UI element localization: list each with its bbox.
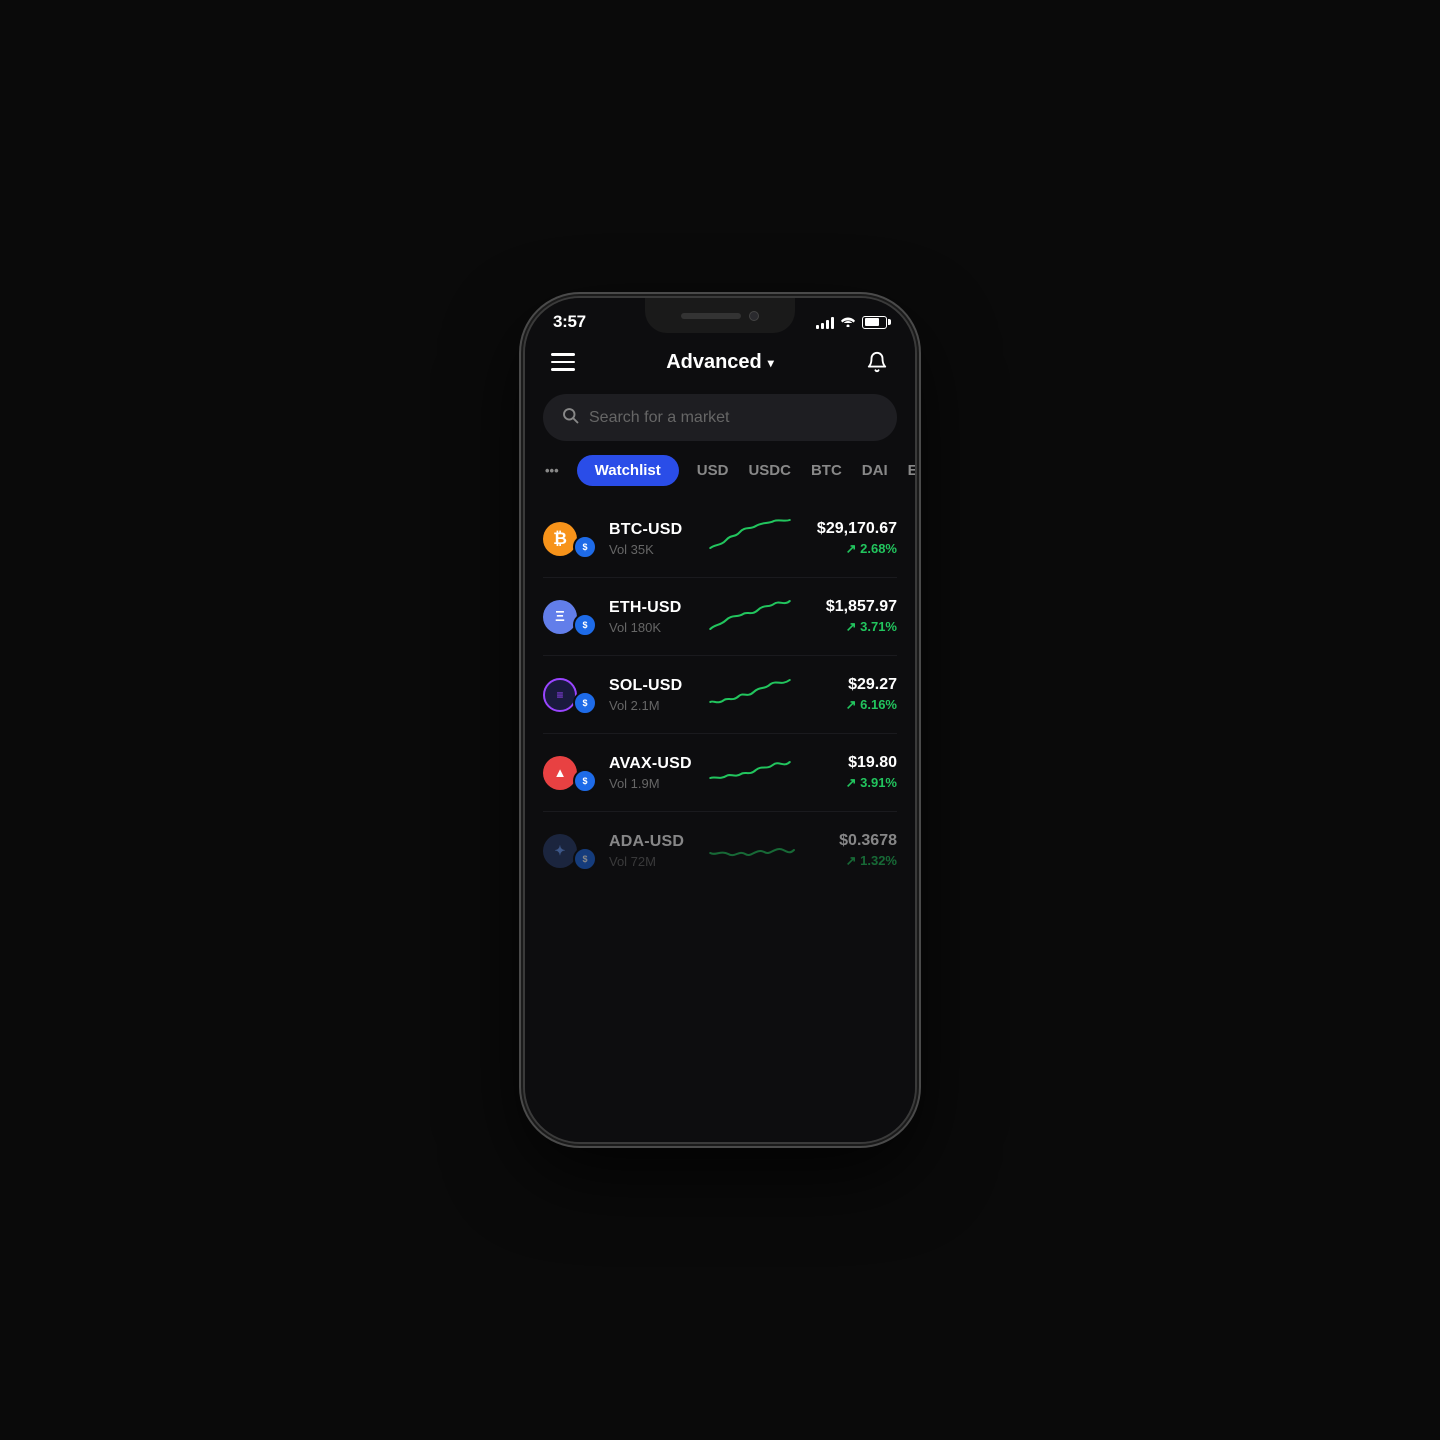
chart-btc — [705, 516, 795, 561]
market-pair-sol: SOL-USD — [609, 677, 693, 695]
phone-frame: 3:57 — [525, 298, 915, 1142]
search-bar[interactable]: Search for a market — [543, 394, 897, 441]
price-change-eth: ↗ 3.71% — [807, 619, 897, 635]
coin-secondary-eth: $ — [573, 613, 597, 637]
tab-usdc[interactable]: USDC — [746, 456, 793, 485]
price-value-btc: $29,170.67 — [807, 520, 897, 538]
battery-icon — [862, 316, 887, 329]
header-title-area[interactable]: Advanced ▾ — [666, 351, 774, 374]
tab-dai[interactable]: DAI — [860, 456, 890, 485]
market-item-sol-usd[interactable]: ≡ $ SOL-USD Vol 2.1M $29.27 ↗ 6.16% — [543, 656, 897, 734]
market-info-avax: AVAX-USD Vol 1.9M — [609, 755, 693, 791]
coin-primary-avax: ▲ — [543, 756, 577, 790]
header-title-text: Advanced — [666, 351, 762, 374]
market-list: ₿ $ BTC-USD Vol 35K $29,170.67 ↗ 2.68% — [525, 500, 915, 1142]
coin-icons-ada: ✦ $ — [543, 831, 597, 871]
market-vol-sol: Vol 2.1M — [609, 698, 693, 713]
status-time: 3:57 — [553, 312, 586, 332]
coin-primary-ada: ✦ — [543, 834, 577, 868]
market-price-ada: $0.3678 ↗ 1.32% — [807, 832, 897, 869]
menu-button[interactable] — [547, 349, 579, 375]
market-item-avax-usd[interactable]: ▲ $ AVAX-USD Vol 1.9M $19.80 ↗ 3.91% — [543, 734, 897, 812]
market-item-eth-usd[interactable]: Ξ $ ETH-USD Vol 180K $1,857.97 ↗ 3.71% — [543, 578, 897, 656]
price-change-sol: ↗ 6.16% — [807, 697, 897, 713]
market-price-btc: $29,170.67 ↗ 2.68% — [807, 520, 897, 557]
coin-secondary-sol: $ — [573, 691, 597, 715]
tabs-container: ••• Watchlist USD USDC BTC DAI ETH — [525, 455, 915, 500]
tab-watchlist[interactable]: Watchlist — [577, 455, 679, 486]
market-price-eth: $1,857.97 ↗ 3.71% — [807, 598, 897, 635]
coin-primary-sol: ≡ — [543, 678, 577, 712]
market-vol-btc: Vol 35K — [609, 542, 693, 557]
status-icons — [816, 315, 887, 329]
camera — [749, 311, 759, 321]
notification-button[interactable] — [861, 346, 893, 378]
price-value-sol: $29.27 — [807, 676, 897, 694]
signal-icon — [816, 316, 834, 329]
tab-all[interactable]: ••• — [543, 457, 561, 484]
price-value-eth: $1,857.97 — [807, 598, 897, 616]
market-item-ada-usd[interactable]: ✦ $ ADA-USD Vol 72M $0.3678 ↗ 1.32% — [543, 812, 897, 889]
search-container: Search for a market — [525, 390, 915, 455]
market-info-btc: BTC-USD Vol 35K — [609, 521, 693, 557]
coin-secondary-btc: $ — [573, 535, 597, 559]
tab-usd[interactable]: USD — [695, 456, 731, 485]
coin-icons-btc: ₿ $ — [543, 519, 597, 559]
header: Advanced ▾ — [525, 338, 915, 390]
market-pair-eth: ETH-USD — [609, 599, 693, 617]
market-info-eth: ETH-USD Vol 180K — [609, 599, 693, 635]
market-pair-btc: BTC-USD — [609, 521, 693, 539]
coin-primary-eth: Ξ — [543, 600, 577, 634]
chart-sol — [705, 672, 795, 717]
market-vol-avax: Vol 1.9M — [609, 776, 693, 791]
search-icon — [561, 406, 579, 429]
market-info-ada: ADA-USD Vol 72M — [609, 833, 693, 869]
chart-avax — [705, 750, 795, 795]
chart-eth — [705, 594, 795, 639]
search-placeholder: Search for a market — [589, 409, 730, 427]
price-change-btc: ↗ 2.68% — [807, 541, 897, 557]
price-value-avax: $19.80 — [807, 754, 897, 772]
price-value-ada: $0.3678 — [807, 832, 897, 850]
tab-eth[interactable]: ETH — [906, 456, 915, 485]
market-pair-ada: ADA-USD — [609, 833, 693, 851]
wifi-icon — [840, 315, 856, 329]
tab-btc[interactable]: BTC — [809, 456, 844, 485]
chevron-down-icon: ▾ — [768, 356, 774, 370]
market-item-btc-usd[interactable]: ₿ $ BTC-USD Vol 35K $29,170.67 ↗ 2.68% — [543, 500, 897, 578]
coin-icons-eth: Ξ $ — [543, 597, 597, 637]
coin-secondary-avax: $ — [573, 769, 597, 793]
market-vol-eth: Vol 180K — [609, 620, 693, 635]
market-pair-avax: AVAX-USD — [609, 755, 693, 773]
market-price-avax: $19.80 ↗ 3.91% — [807, 754, 897, 791]
market-price-sol: $29.27 ↗ 6.16% — [807, 676, 897, 713]
chart-ada — [705, 828, 795, 873]
market-info-sol: SOL-USD Vol 2.1M — [609, 677, 693, 713]
notch — [645, 298, 795, 333]
coin-icons-avax: ▲ $ — [543, 753, 597, 793]
coin-secondary-ada: $ — [573, 847, 597, 871]
coin-primary-btc: ₿ — [543, 522, 577, 556]
phone-screen: 3:57 — [525, 298, 915, 1142]
coin-icons-sol: ≡ $ — [543, 675, 597, 715]
market-vol-ada: Vol 72M — [609, 854, 693, 869]
speaker — [681, 313, 741, 319]
price-change-avax: ↗ 3.91% — [807, 775, 897, 791]
price-change-ada: ↗ 1.32% — [807, 853, 897, 869]
